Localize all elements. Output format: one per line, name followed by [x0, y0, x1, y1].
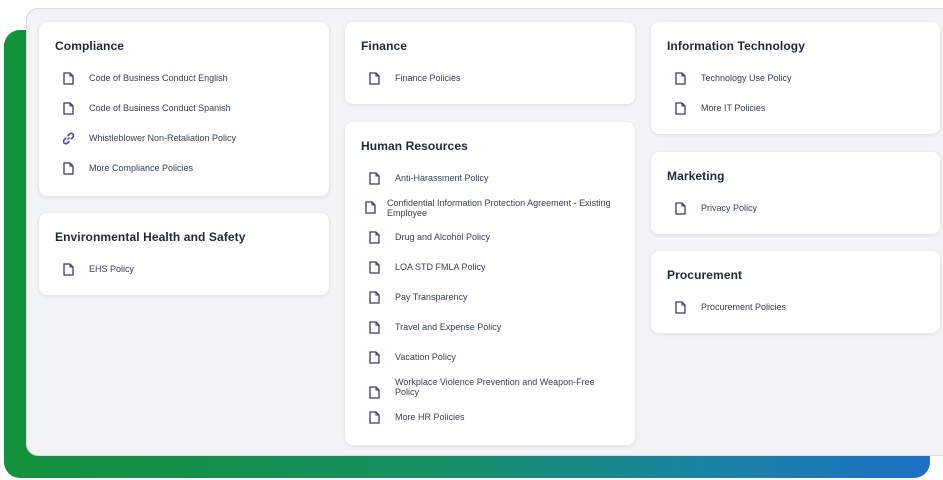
policy-label: Code of Business Conduct English [89, 73, 228, 83]
policy-label: EHS Policy [89, 264, 135, 274]
document-icon [367, 71, 381, 85]
document-icon [367, 260, 381, 274]
card-title: Compliance [55, 39, 125, 53]
card-marketing: Marketing Privacy Policy [651, 152, 940, 234]
document-icon [367, 230, 381, 244]
document-icon [363, 201, 377, 215]
policy-link-vacation[interactable]: Vacation Policy [361, 342, 619, 372]
card-title: Information Technology [667, 39, 805, 53]
document-icon [367, 171, 381, 185]
policy-link-technology-use[interactable]: Technology Use Policy [667, 63, 924, 93]
policy-label: Confidential Information Protection Agre… [387, 197, 611, 218]
document-icon [61, 101, 75, 115]
card-title: Marketing [667, 169, 725, 183]
policy-label: Whistleblower Non-Retaliation Policy [89, 133, 237, 143]
policy-link-ehs[interactable]: EHS Policy [55, 254, 313, 284]
card-environmental-health-safety: Environmental Health and Safety EHS Poli… [39, 213, 329, 295]
policy-link-code-of-business-conduct-english[interactable]: Code of Business Conduct English [55, 63, 313, 93]
policy-label: Technology Use Policy [701, 73, 792, 83]
document-icon [61, 262, 75, 276]
policy-link-more-compliance[interactable]: More Compliance Policies [55, 153, 313, 183]
document-icon [673, 201, 687, 215]
policy-label: Drug and Alcohol Policy [395, 232, 491, 242]
policy-link-anti-harassment[interactable]: Anti-Harassment Policy [361, 163, 619, 193]
document-icon [367, 385, 381, 399]
policy-label: Anti-Harassment Policy [395, 173, 489, 183]
policy-link-whistleblower[interactable]: Whistleblower Non-Retaliation Policy [55, 123, 313, 153]
policy-link-procurement[interactable]: Procurement Policies [667, 292, 924, 322]
policy-label: Pay Transparency [395, 292, 468, 302]
card-title: Procurement [667, 268, 743, 282]
policy-link-workplace-violence[interactable]: Workplace Violence Prevention and Weapon… [361, 372, 619, 402]
policy-link-travel-expense[interactable]: Travel and Expense Policy [361, 312, 619, 342]
policy-label: Vacation Policy [395, 352, 456, 362]
policy-link-more-it[interactable]: More IT Policies [667, 93, 924, 123]
document-icon [673, 71, 687, 85]
card-title: Finance [361, 39, 408, 53]
document-icon [673, 101, 687, 115]
card-title: Human Resources [361, 139, 468, 153]
policy-link-privacy[interactable]: Privacy Policy [667, 193, 924, 223]
policy-link-code-of-business-conduct-spanish[interactable]: Code of Business Conduct Spanish [55, 93, 313, 123]
policy-link-finance[interactable]: Finance Policies [361, 63, 619, 93]
card-compliance: Compliance Code of Business Conduct Engl… [39, 22, 329, 196]
document-icon [673, 300, 687, 314]
link-icon [61, 131, 75, 145]
document-icon [367, 410, 381, 424]
policy-link-confidential-information[interactable]: Confidential Information Protection Agre… [361, 193, 619, 222]
card-procurement: Procurement Procurement Policies [651, 251, 940, 333]
document-icon [367, 320, 381, 334]
card-information-technology: Information Technology Technology Use Po… [651, 22, 940, 134]
document-icon [61, 161, 75, 175]
policy-label: LOA STD FMLA Policy [395, 262, 486, 272]
policy-label: Travel and Expense Policy [395, 322, 502, 332]
policy-label: Code of Business Conduct Spanish [89, 103, 231, 113]
document-icon [367, 350, 381, 364]
card-human-resources: Human Resources Anti-Harassment Policy C… [345, 122, 635, 445]
policy-label: More Compliance Policies [89, 163, 194, 173]
policy-label: Finance Policies [395, 73, 461, 83]
policy-label: Privacy Policy [701, 203, 758, 213]
policy-label: Procurement Policies [701, 302, 787, 312]
document-icon [367, 290, 381, 304]
policy-label: Workplace Violence Prevention and Weapon… [395, 377, 595, 397]
card-finance: Finance Finance Policies [345, 22, 635, 104]
policy-label: More HR Policies [395, 412, 465, 422]
policy-label: More IT Policies [701, 103, 766, 113]
policy-link-pay-transparency[interactable]: Pay Transparency [361, 282, 619, 312]
policy-link-more-hr[interactable]: More HR Policies [361, 402, 619, 432]
policies-panel: Compliance Code of Business Conduct Engl… [26, 8, 943, 456]
document-icon [61, 71, 75, 85]
policy-link-loa-std-fmla[interactable]: LOA STD FMLA Policy [361, 252, 619, 282]
policy-link-drug-alcohol[interactable]: Drug and Alcohol Policy [361, 222, 619, 252]
card-title: Environmental Health and Safety [55, 230, 246, 244]
